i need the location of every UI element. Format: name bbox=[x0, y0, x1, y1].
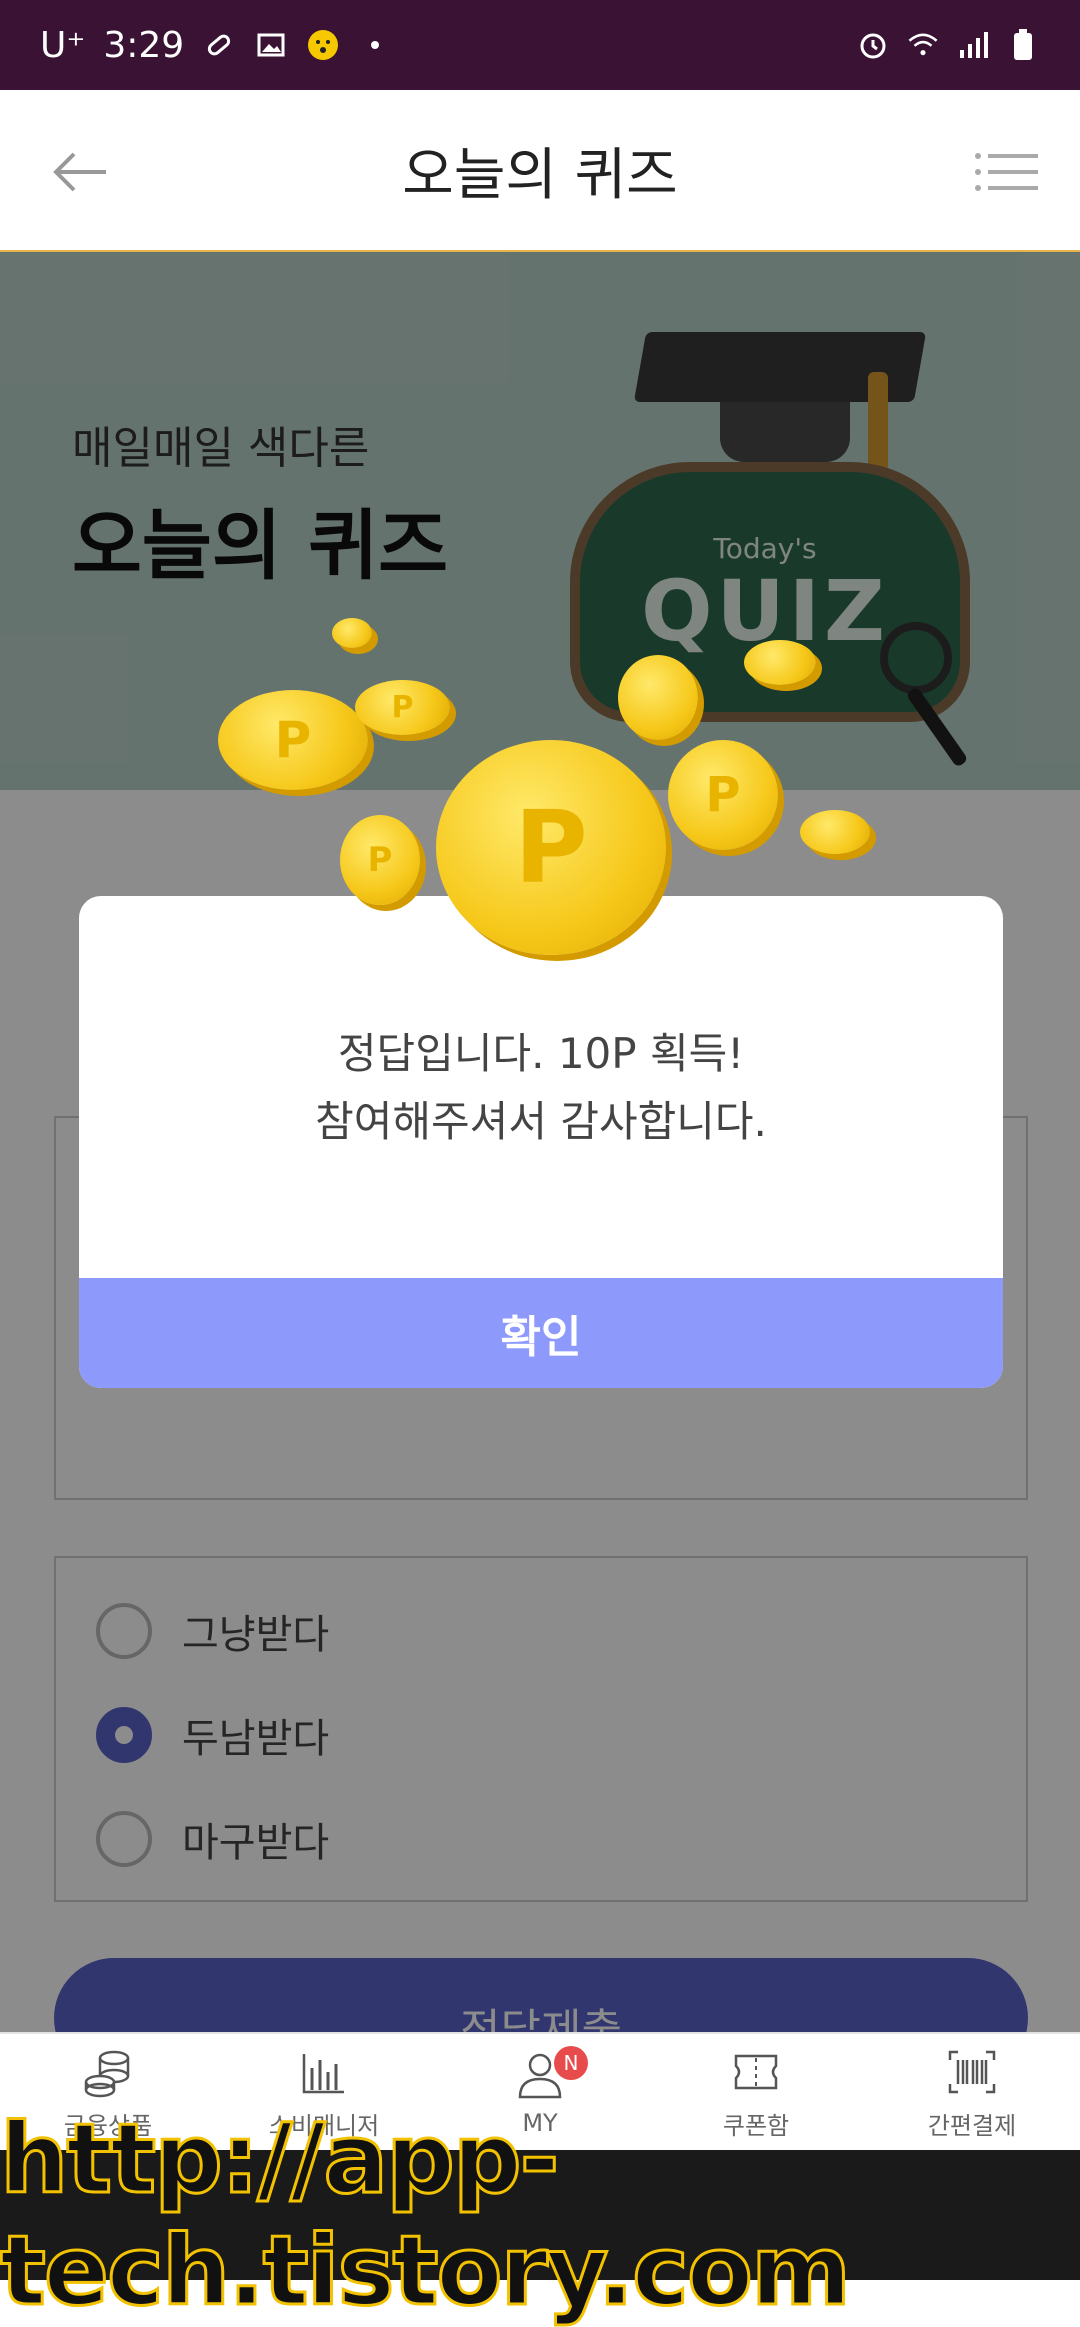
carrier-label: U⁺ bbox=[40, 24, 86, 66]
coin-icon: P bbox=[355, 680, 450, 735]
signal-icon bbox=[956, 28, 990, 62]
watermark-text: http://app-tech.tistory.com bbox=[0, 2102, 852, 2327]
coin-icon: P bbox=[436, 740, 666, 955]
app-header: 오늘의 퀴즈 bbox=[0, 90, 1080, 252]
coin-icon bbox=[618, 655, 698, 740]
image-icon bbox=[254, 28, 288, 62]
arrow-left-icon bbox=[53, 152, 106, 192]
coin-icon bbox=[332, 618, 372, 648]
coin-letter: P bbox=[705, 767, 741, 823]
coin-letter: P bbox=[274, 711, 312, 769]
coin-icon: P bbox=[218, 690, 368, 790]
back-button[interactable] bbox=[48, 140, 112, 204]
wifi-icon bbox=[906, 28, 940, 62]
bar-chart-icon bbox=[302, 2053, 344, 2093]
coin-letter: P bbox=[391, 690, 414, 725]
watermark-banner: http://app-tech.tistory.com bbox=[0, 2102, 1080, 2327]
coin-icon bbox=[744, 640, 816, 685]
coin-icon: P bbox=[340, 815, 420, 905]
result-dialog: 정답입니다. 10P 획득! 참여해주셔서 감사합니다. 확인 bbox=[79, 896, 1003, 1388]
coin-icon bbox=[800, 810, 870, 854]
dialog-line-1: 정답입니다. 10P 획득! bbox=[337, 1029, 745, 1078]
coin-letter: P bbox=[514, 789, 588, 906]
dialog-message: 정답입니다. 10P 획득! 참여해주셔서 감사합니다. bbox=[79, 1020, 1003, 1156]
confirm-button[interactable]: 확인 bbox=[79, 1278, 1003, 1388]
coins-icon bbox=[84, 2050, 130, 2097]
dot-icon bbox=[358, 28, 392, 62]
dialog-line-2: 참여해주셔서 감사합니다. bbox=[315, 1097, 767, 1146]
coin-icon: P bbox=[668, 740, 778, 850]
pill-icon bbox=[202, 28, 236, 62]
page-title: 오늘의 퀴즈 bbox=[402, 142, 678, 208]
notification-badge: N bbox=[554, 2046, 588, 2080]
ticket-icon bbox=[734, 2054, 778, 2089]
clock: 3:29 bbox=[103, 24, 185, 66]
app-face-icon bbox=[306, 28, 340, 62]
coin-letter: P bbox=[367, 840, 393, 880]
menu-button[interactable] bbox=[974, 140, 1040, 204]
status-bar: U⁺ 3:29 bbox=[0, 0, 1080, 90]
barcode-icon bbox=[948, 2050, 996, 2093]
hamburger-menu-icon bbox=[975, 153, 1038, 191]
battery-icon bbox=[1006, 28, 1040, 62]
alarm-icon bbox=[856, 28, 890, 62]
